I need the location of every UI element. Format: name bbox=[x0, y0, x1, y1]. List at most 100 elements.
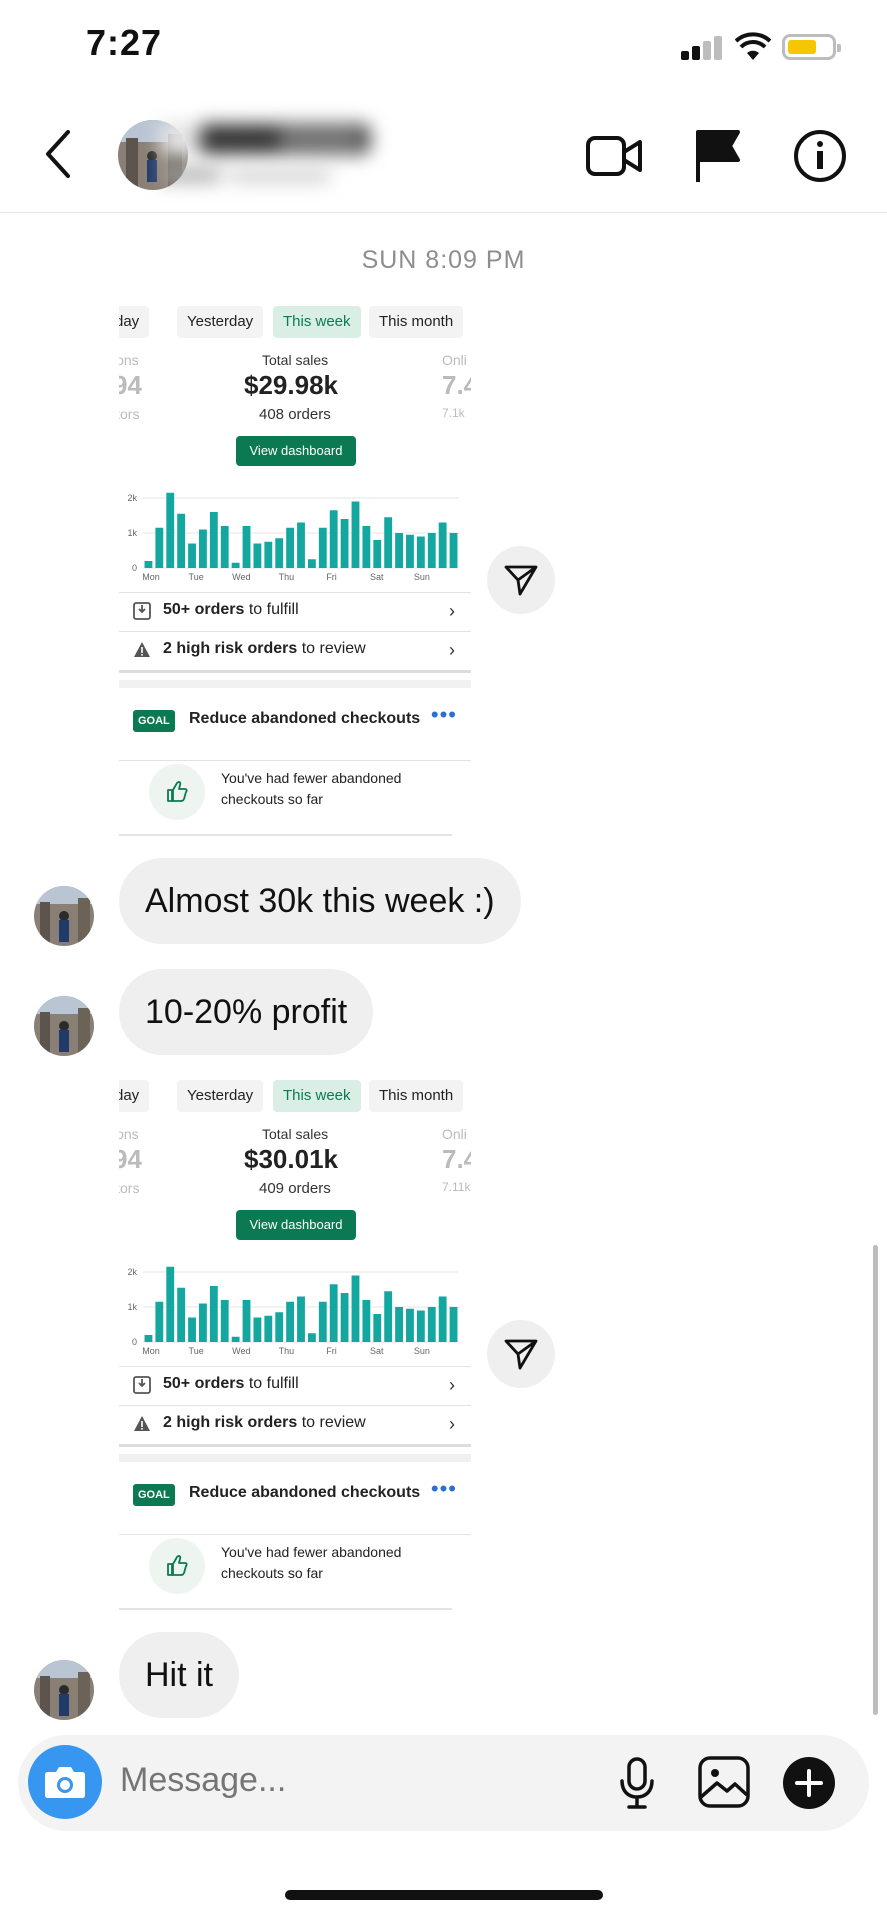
x-tick-label: Wed bbox=[232, 1346, 250, 1356]
microphone-icon[interactable] bbox=[608, 1753, 666, 1811]
left-stat-sub: itors bbox=[119, 1180, 140, 1196]
right-stat-value: 7.4 bbox=[442, 1144, 471, 1174]
paper-plane-icon bbox=[504, 1339, 538, 1370]
chart-bar bbox=[188, 543, 196, 568]
x-tick-label: Mon bbox=[142, 1346, 160, 1356]
fewer-abandoned-note: You've had fewer abandoned checkouts so … bbox=[119, 756, 452, 836]
left-stat-label: ions bbox=[119, 1126, 139, 1142]
chart-bar bbox=[449, 533, 458, 568]
chart-bar bbox=[340, 519, 349, 568]
chart-bar bbox=[264, 1315, 273, 1342]
risk-text: to review bbox=[297, 640, 366, 657]
orders-count: 408 orders bbox=[259, 406, 331, 423]
chart-bar bbox=[242, 1300, 251, 1342]
contact-name-redacted[interactable] bbox=[160, 118, 390, 158]
camera-button[interactable] bbox=[28, 1745, 102, 1819]
share-button[interactable] bbox=[487, 1320, 555, 1388]
add-button[interactable] bbox=[783, 1757, 835, 1809]
right-stat-label: Onli bbox=[442, 352, 467, 368]
status-bar: 7:27 bbox=[0, 0, 887, 100]
warning-icon bbox=[134, 1416, 150, 1431]
thumbs-up-icon bbox=[149, 764, 205, 820]
risk-count: 2 high risk orders bbox=[163, 1414, 298, 1431]
shared-screenshot[interactable]: day Yesterday This week This month ions … bbox=[119, 1070, 471, 1610]
message-input[interactable] bbox=[120, 1761, 600, 1800]
chevron-left-icon[interactable] bbox=[38, 126, 78, 182]
tab-this-week: This week bbox=[273, 1080, 361, 1112]
tab-this-month: This month bbox=[369, 1080, 464, 1112]
gallery-icon[interactable] bbox=[695, 1753, 753, 1811]
chart-bar bbox=[406, 534, 414, 568]
chart-bar bbox=[406, 1308, 414, 1342]
more-options-icon: ••• bbox=[430, 1476, 457, 1501]
chart-bar bbox=[427, 1307, 436, 1342]
y-tick-label: 0 bbox=[132, 1337, 137, 1347]
orders-to-fulfill-row: 50+ orders to fulfill › bbox=[119, 1366, 471, 1406]
chat-header bbox=[0, 100, 887, 213]
x-tick-label: Fri bbox=[326, 1346, 337, 1356]
scrollbar[interactable] bbox=[873, 1245, 878, 1715]
video-camera-icon[interactable] bbox=[584, 126, 644, 186]
chart-bar bbox=[253, 1317, 262, 1342]
message-bubble[interactable]: 10-20% profit bbox=[119, 969, 374, 1055]
chart-bar bbox=[155, 1301, 164, 1342]
chart-bar bbox=[395, 1307, 403, 1342]
right-stat-label: Onli bbox=[442, 1126, 467, 1142]
chart-bar bbox=[220, 1300, 229, 1342]
chart-bar bbox=[286, 527, 295, 568]
chart-bar bbox=[177, 513, 186, 568]
share-button[interactable] bbox=[487, 546, 555, 614]
fewer-abandoned-note: You've had fewer abandoned checkouts so … bbox=[119, 1530, 452, 1610]
total-sales-label: Total sales bbox=[262, 1126, 329, 1142]
view-dashboard-button: View dashboard bbox=[236, 1210, 356, 1240]
y-tick-label: 1k bbox=[127, 1302, 137, 1312]
x-tick-label: Tue bbox=[189, 572, 204, 582]
message-composer bbox=[18, 1735, 869, 1831]
left-stat-value: 94 bbox=[119, 1144, 142, 1174]
flag-icon[interactable] bbox=[688, 126, 748, 186]
x-tick-label: Tue bbox=[189, 1346, 204, 1356]
chart-bar bbox=[329, 510, 338, 568]
right-stat-sub: 7.11k bbox=[442, 1180, 471, 1194]
risk-text: to review bbox=[297, 1414, 366, 1431]
fulfill-count: 50+ orders bbox=[163, 1375, 245, 1392]
sender-avatar[interactable] bbox=[34, 1660, 94, 1720]
goal-card: GOAL Reduce abandoned checkouts ••• bbox=[119, 1454, 471, 1535]
sender-avatar[interactable] bbox=[34, 996, 94, 1056]
camera-icon bbox=[45, 1767, 85, 1798]
tab-yesterday: Yesterday bbox=[177, 306, 264, 338]
chart-bar bbox=[166, 492, 175, 568]
total-sales-value: $30.01k bbox=[244, 1144, 338, 1174]
y-tick-label: 1k bbox=[127, 528, 137, 538]
chart-bar bbox=[438, 1296, 447, 1342]
chart-bar bbox=[297, 1296, 305, 1342]
total-sales-value: $29.98k bbox=[244, 370, 338, 400]
chart-bar bbox=[253, 543, 262, 568]
chart-bar bbox=[329, 1284, 338, 1342]
chart-bar bbox=[166, 1266, 175, 1342]
plus-icon bbox=[795, 1769, 823, 1797]
tab-yesterday: Yesterday bbox=[177, 1080, 264, 1112]
chevron-right-icon: › bbox=[449, 1414, 455, 1434]
orders-to-fulfill-row: 50+ orders to fulfill › bbox=[119, 592, 471, 632]
paper-plane-icon bbox=[504, 565, 538, 596]
wifi-icon bbox=[735, 32, 771, 60]
goal-badge: GOAL bbox=[133, 710, 175, 732]
chart-bar bbox=[199, 1303, 207, 1342]
thumbs-up-icon bbox=[149, 1538, 205, 1594]
contact-username-redacted bbox=[160, 164, 350, 186]
fulfill-text: to fulfill bbox=[244, 1375, 299, 1392]
info-icon[interactable] bbox=[790, 126, 850, 186]
x-tick-label: Wed bbox=[232, 572, 250, 582]
x-tick-label: Fri bbox=[326, 572, 337, 582]
shared-screenshot[interactable]: day Yesterday This week This month ions … bbox=[119, 296, 471, 836]
total-sales-label: Total sales bbox=[262, 352, 329, 368]
message-bubble[interactable]: Hit it bbox=[119, 1632, 239, 1718]
chart-bar bbox=[351, 1275, 360, 1342]
message-bubble[interactable]: Almost 30k this week :) bbox=[119, 858, 521, 944]
sales-bar-chart: 2k 1k 0 Mon Tue Wed Thu Fri Sat Sun bbox=[127, 1266, 459, 1356]
sender-avatar[interactable] bbox=[34, 886, 94, 946]
x-tick-label: Sun bbox=[414, 1346, 430, 1356]
cellular-signal-icon bbox=[681, 36, 723, 60]
fulfill-text: to fulfill bbox=[244, 601, 299, 618]
